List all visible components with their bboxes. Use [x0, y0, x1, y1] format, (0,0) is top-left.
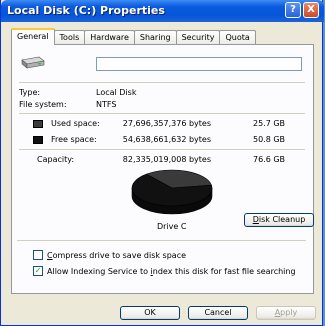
compress-label: Compress drive to save disk space	[47, 251, 186, 260]
divider	[17, 240, 306, 241]
tab-hardware[interactable]: Hardware	[84, 30, 135, 44]
drive-name: Drive C	[157, 222, 187, 231]
cancel-button[interactable]: Cancel	[188, 306, 248, 320]
window-title: Local Disk (C:) Properties	[7, 4, 165, 17]
ok-button[interactable]: OK	[120, 306, 180, 320]
tab-security[interactable]: Security	[175, 30, 221, 44]
drive-label-input[interactable]	[96, 57, 302, 71]
tab-tools[interactable]: Tools	[53, 30, 86, 44]
capacity-gb: 76.6 GB	[253, 155, 286, 164]
title-bar[interactable]: Local Disk (C:) Properties ? X	[1, 0, 324, 22]
used-space-bytes: 27,696,357,376 bytes	[122, 119, 211, 128]
index-label-rest: ndex this disk for fast file searching	[152, 267, 296, 276]
divider	[19, 82, 305, 83]
apply-label-rest: pply	[280, 308, 298, 317]
compress-checkbox[interactable]	[33, 250, 43, 260]
type-label: Type:	[19, 88, 41, 97]
index-label-pre: Allow Indexing Service to	[47, 267, 151, 276]
checkmark-icon: ✓	[34, 266, 42, 275]
hard-drive-icon	[21, 56, 45, 69]
tab-general[interactable]: General	[11, 28, 55, 45]
free-space-swatch	[33, 136, 43, 144]
tab-quota[interactable]: Quota	[219, 30, 256, 44]
used-space-label: Used space:	[51, 119, 100, 128]
tab-sharing[interactable]: Sharing	[133, 30, 177, 44]
close-button[interactable]: X	[303, 2, 319, 18]
file-system-label: File system:	[19, 100, 67, 109]
disk-cleanup-button[interactable]: Disk Cleanup	[244, 213, 314, 227]
index-label: Allow Indexing Service to index this dis…	[47, 267, 296, 276]
help-button[interactable]: ?	[285, 2, 301, 18]
help-icon: ?	[290, 4, 296, 15]
disk-usage-pie	[131, 169, 213, 215]
free-space-bytes: 54,638,661,632 bytes	[122, 135, 211, 144]
capacity-bytes: 82,335,019,008 bytes	[122, 155, 211, 164]
apply-button[interactable]: Apply	[256, 306, 316, 320]
free-space-gb: 50.8 GB	[253, 135, 286, 144]
index-checkbox[interactable]: ✓	[33, 266, 43, 276]
type-value: Local Disk	[96, 88, 137, 97]
file-system-value: NTFS	[96, 100, 117, 109]
used-space-gb: 25.7 GB	[253, 119, 286, 128]
properties-window: Local Disk (C:) Properties ? X General T…	[0, 0, 324, 326]
close-icon: X	[307, 4, 315, 15]
used-space-swatch	[33, 120, 43, 128]
free-space-label: Free space:	[51, 135, 97, 144]
tab-strip: General Tools Hardware Sharing Security …	[11, 28, 256, 45]
divider	[19, 113, 305, 114]
capacity-label: Capacity:	[37, 155, 75, 164]
disk-cleanup-label-rest: isk Cleanup	[258, 215, 306, 224]
compress-label-rest: ompress drive to save disk space	[52, 251, 187, 260]
divider	[19, 149, 305, 150]
